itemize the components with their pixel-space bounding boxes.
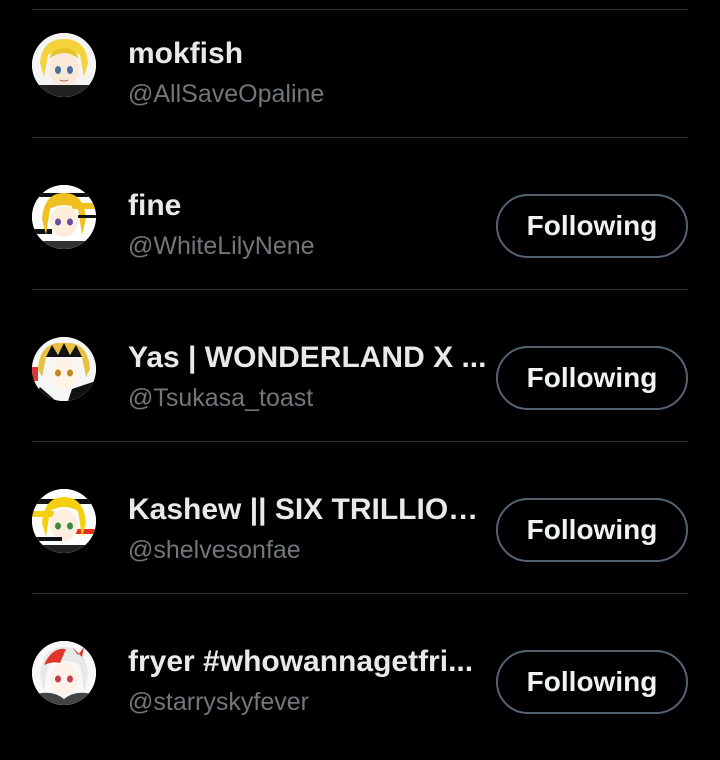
row-divider: [32, 441, 688, 442]
user-info: Kashew || SIX TRILLION ... @shelvesonfae: [128, 492, 488, 566]
user-row[interactable]: Kashew || SIX TRILLION ... @shelvesonfae…: [32, 456, 688, 608]
profile-avatar-icon: [32, 489, 96, 553]
user-info: fine @WhiteLilyNene: [128, 188, 488, 262]
user-info: Yas | WONDERLAND X ... @Tsukasa_toast: [128, 340, 488, 414]
following-button[interactable]: Following: [496, 650, 688, 714]
profile-avatar-icon: [32, 641, 96, 705]
profile-avatar-icon: [32, 185, 96, 249]
display-name[interactable]: fine: [128, 188, 488, 224]
user-row[interactable]: Yas | WONDERLAND X ... @Tsukasa_toast Fo…: [32, 304, 688, 456]
profile-avatar-icon: [32, 337, 96, 401]
following-button[interactable]: Following: [496, 498, 688, 562]
row-divider: [32, 137, 688, 138]
display-name[interactable]: Kashew || SIX TRILLION ...: [128, 492, 488, 528]
row-divider: [32, 289, 688, 290]
display-name[interactable]: Yas | WONDERLAND X ...: [128, 340, 488, 376]
following-button[interactable]: Following: [496, 346, 688, 410]
avatar[interactable]: [32, 337, 96, 401]
user-handle: @Tsukasa_toast: [128, 384, 314, 412]
avatar[interactable]: [32, 33, 96, 97]
user-info: fryer #whowannagetfri... @starryskyfever: [128, 644, 488, 718]
following-button[interactable]: Following: [496, 194, 688, 258]
display-name[interactable]: fryer #whowannagetfri...: [128, 644, 488, 680]
user-row[interactable]: mokfish @AllSaveOpaline: [32, 0, 688, 152]
user-handle: @WhiteLilyNene: [128, 232, 315, 260]
user-row[interactable]: fryer #whowannagetfri... @starryskyfever…: [32, 608, 688, 760]
user-handle: @shelvesonfae: [128, 536, 301, 564]
avatar[interactable]: [32, 641, 96, 705]
avatar[interactable]: [32, 489, 96, 553]
user-info: mokfish @AllSaveOpaline: [128, 36, 488, 110]
user-handle: @AllSaveOpaline: [128, 80, 325, 108]
display-name[interactable]: mokfish: [128, 36, 488, 72]
row-divider: [32, 593, 688, 594]
user-row[interactable]: fine @WhiteLilyNene Following: [32, 152, 688, 304]
user-handle: @starryskyfever: [128, 688, 309, 716]
avatar[interactable]: [32, 185, 96, 249]
profile-avatar-icon: [32, 33, 96, 97]
